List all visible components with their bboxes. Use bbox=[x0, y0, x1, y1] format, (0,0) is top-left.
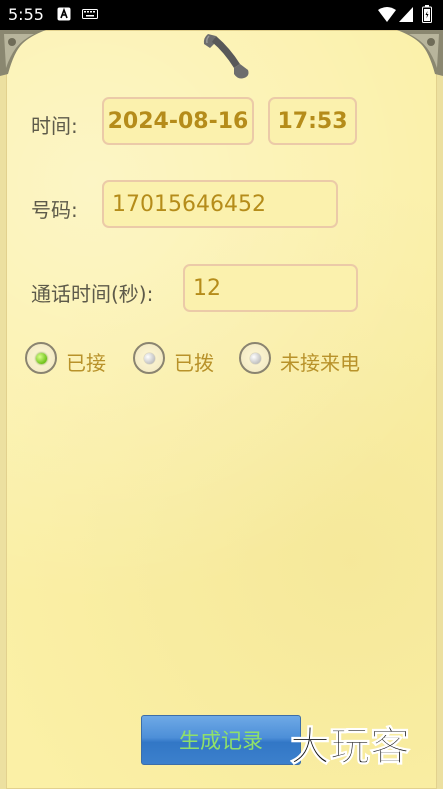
status-time: 5:55 bbox=[8, 5, 44, 24]
date-field[interactable]: 2024-08-16 bbox=[102, 97, 254, 145]
number-label: 号码: bbox=[31, 198, 78, 222]
radio-checked-dot-icon bbox=[36, 353, 47, 364]
radio-missed-label[interactable]: 未接来电 bbox=[280, 347, 360, 376]
generate-record-button[interactable]: 生成记录 bbox=[141, 715, 301, 765]
a-badge-icon bbox=[57, 7, 71, 21]
battery-icon bbox=[422, 5, 432, 23]
radio-answered-label[interactable]: 已接 bbox=[66, 347, 106, 376]
signal-icon bbox=[399, 7, 413, 22]
corner-ornament-left-icon bbox=[0, 30, 46, 76]
clock-field[interactable]: 17:53 bbox=[268, 97, 357, 145]
corner-ornament-right-icon bbox=[397, 30, 443, 76]
duration-field[interactable]: 12 bbox=[183, 264, 358, 312]
radio-answered[interactable] bbox=[25, 342, 57, 374]
radio-unchecked-dot-icon bbox=[144, 353, 155, 364]
phone-icon bbox=[203, 34, 249, 79]
radio-missed[interactable] bbox=[239, 342, 271, 374]
radio-unchecked-dot-icon bbox=[250, 353, 261, 364]
status-bar: 5:55 bbox=[0, 0, 443, 30]
time-label: 时间: bbox=[31, 114, 78, 138]
duration-label: 通话时间(秒): bbox=[31, 282, 154, 306]
wifi-icon bbox=[378, 7, 396, 22]
number-field[interactable]: 17015646452 bbox=[102, 180, 338, 228]
keyboard-icon bbox=[82, 9, 98, 19]
radio-dialed-label[interactable]: 已拨 bbox=[174, 347, 214, 376]
radio-dialed[interactable] bbox=[133, 342, 165, 374]
svg-text:大玩客: 大玩客 bbox=[290, 724, 410, 770]
watermark-logo: 大玩客 bbox=[290, 724, 411, 771]
